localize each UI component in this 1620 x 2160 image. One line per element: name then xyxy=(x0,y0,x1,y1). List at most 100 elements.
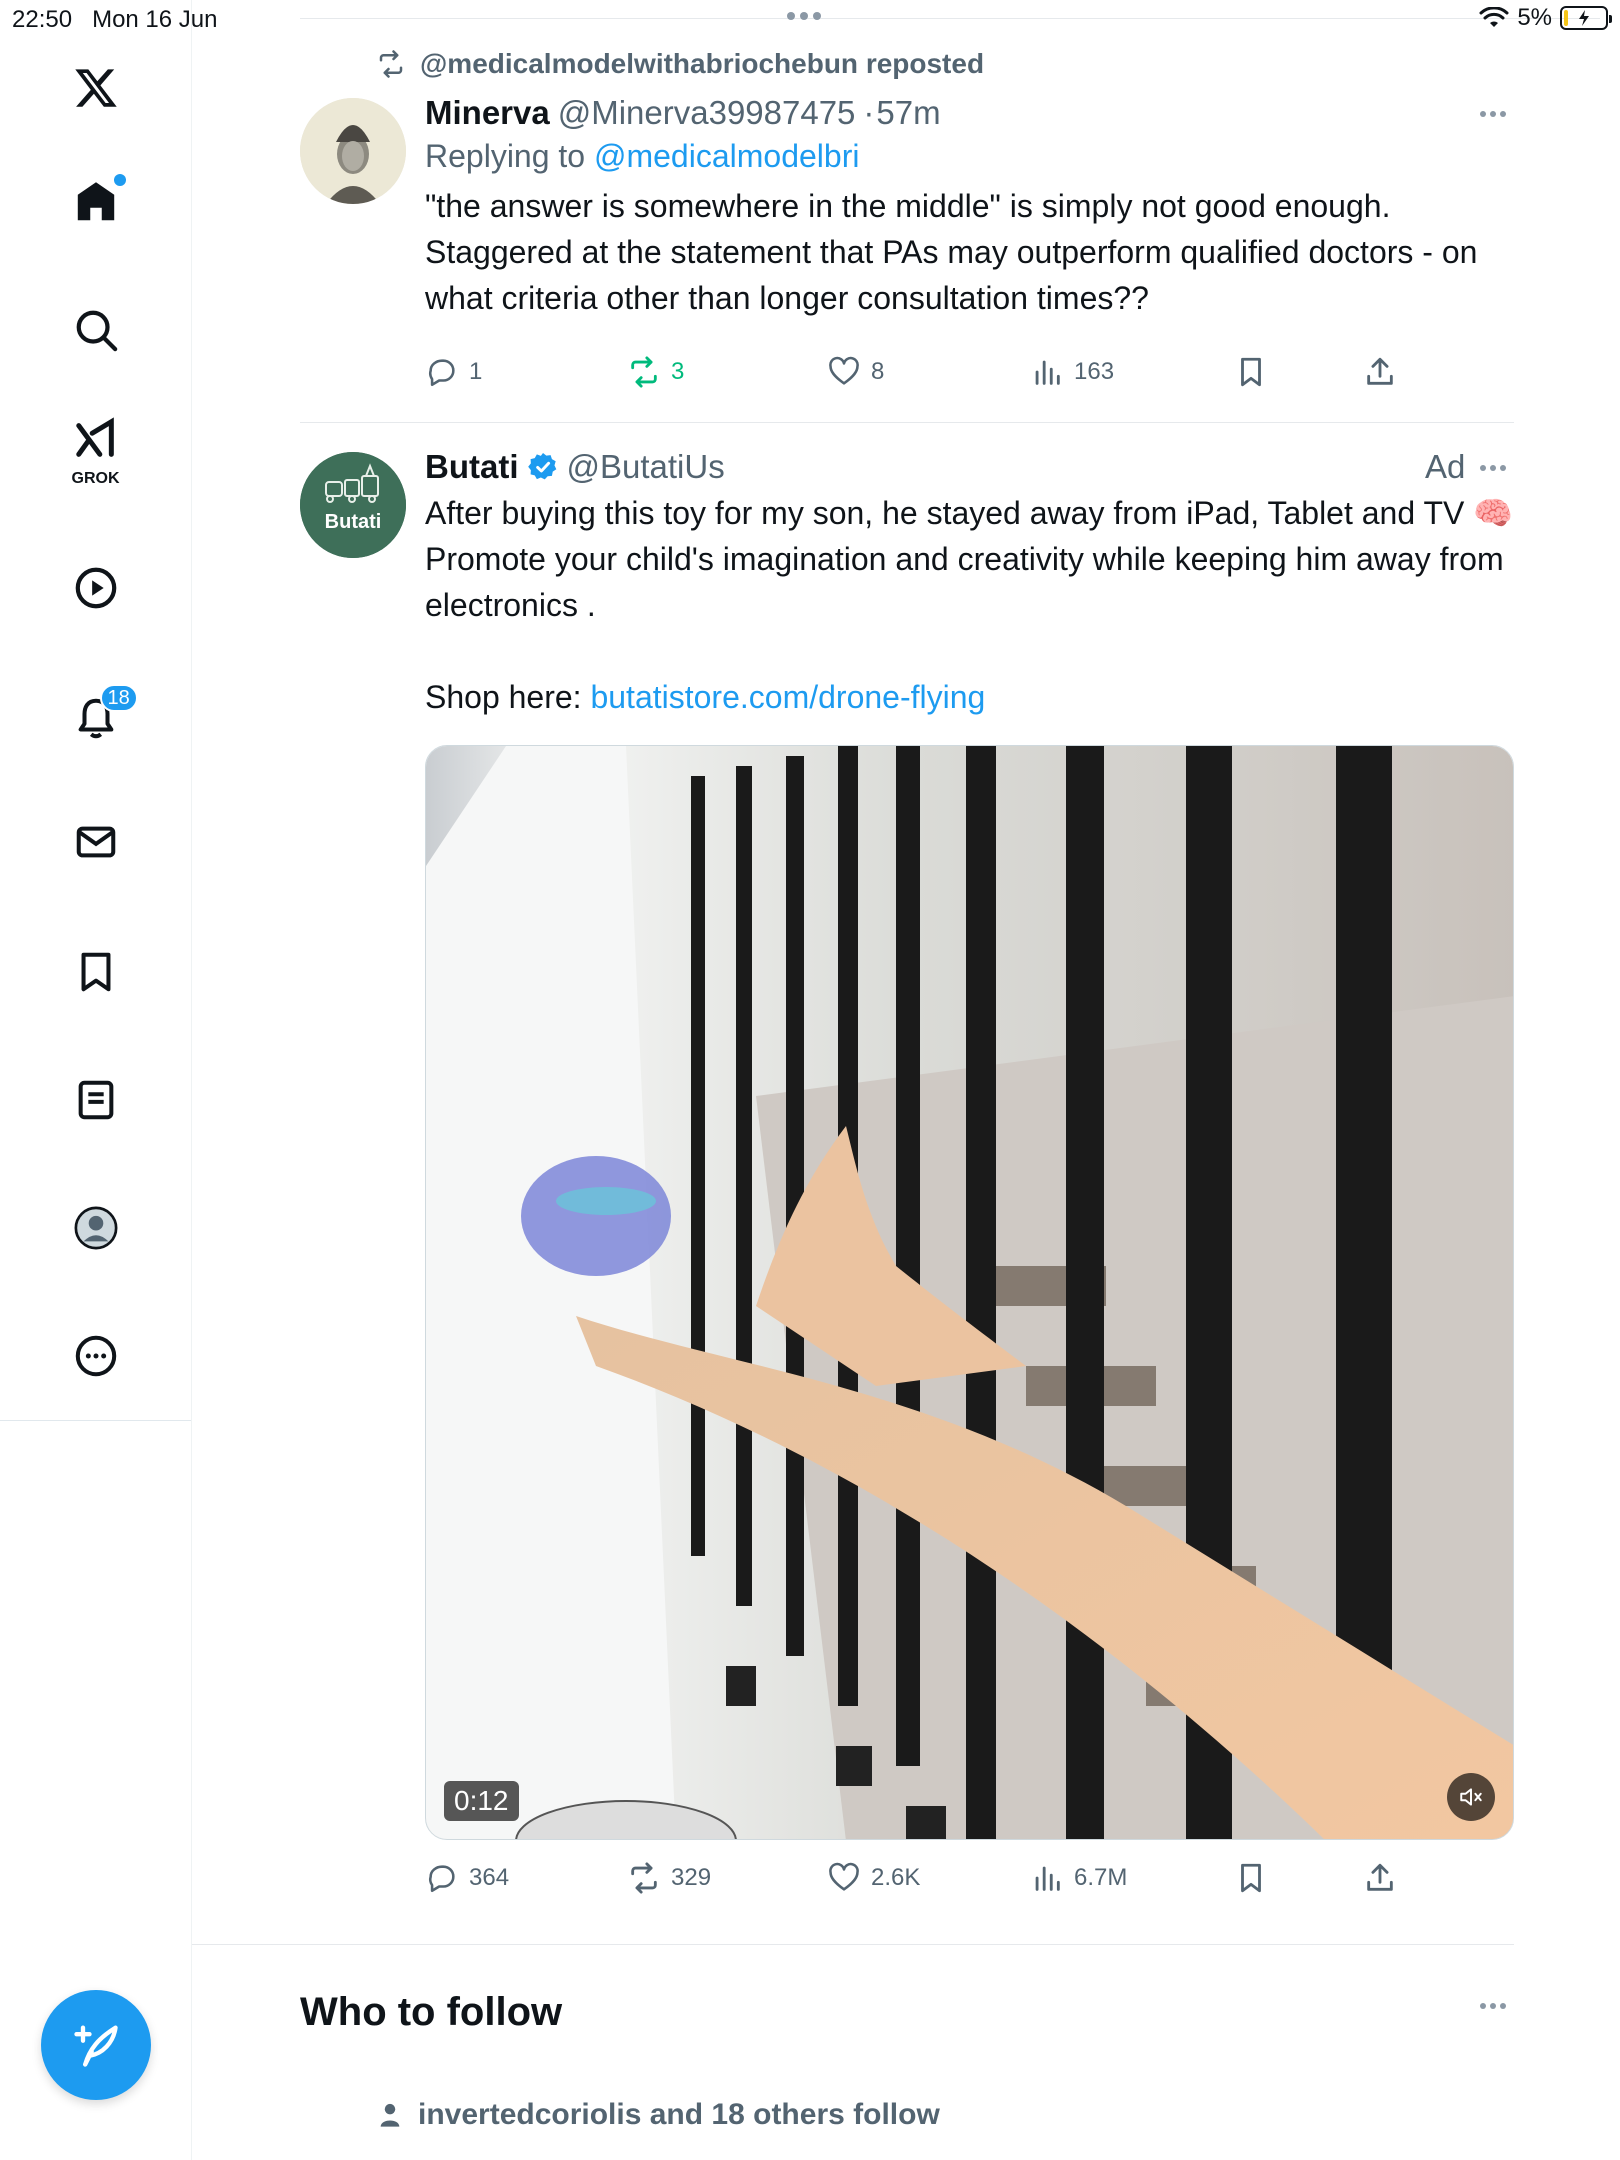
avatar-minerva[interactable] xyxy=(300,98,406,204)
sidebar-item-messages[interactable] xyxy=(56,802,136,882)
author-name[interactable]: Butati xyxy=(425,448,519,486)
bookmark-icon xyxy=(1241,1863,1261,1893)
search-icon xyxy=(76,310,117,352)
bookmark-icon xyxy=(81,952,110,992)
ad-label: Ad xyxy=(1425,448,1466,485)
repost-context[interactable]: @medicalmodelwithabriochebun reposted xyxy=(376,48,984,80)
x-logo-icon[interactable] xyxy=(56,48,136,128)
play-icon xyxy=(75,567,116,609)
share-icon xyxy=(1367,1863,1393,1891)
tweet-actions: 1 3 8 163 xyxy=(425,355,1393,395)
muted-speaker-icon xyxy=(1460,1788,1482,1806)
battery-icon xyxy=(1560,6,1612,30)
battery-percent: 5% xyxy=(1517,4,1552,31)
home-icon xyxy=(77,182,114,221)
repost-icon xyxy=(631,356,657,388)
share-button[interactable] xyxy=(1363,355,1397,389)
video-duration: 0:12 xyxy=(444,1781,519,1821)
tweet-divider xyxy=(300,422,1514,423)
mail-icon xyxy=(76,826,115,858)
views-icon xyxy=(1035,360,1060,385)
views-button[interactable]: 6.7M xyxy=(1030,1861,1127,1895)
home-unread-dot xyxy=(113,174,126,186)
profile-icon xyxy=(74,1206,117,1250)
who-to-follow-more-icon[interactable] xyxy=(1480,2003,1506,2009)
repost-icon xyxy=(379,50,403,78)
bookmark-icon xyxy=(1241,357,1261,387)
reply-button[interactable]: 1 xyxy=(425,355,482,389)
sidebar-item-grok[interactable]: GROK xyxy=(56,410,136,490)
who-to-follow-title: Who to follow xyxy=(300,1990,563,2034)
sidebar-item-explore[interactable] xyxy=(56,290,136,370)
like-button[interactable]: 2.6K xyxy=(827,1861,920,1895)
tweet-more-icon[interactable] xyxy=(1480,111,1506,117)
repost-button[interactable]: 329 xyxy=(627,1861,711,1895)
author-handle[interactable]: @ButatiUs xyxy=(567,448,725,486)
compose-button[interactable] xyxy=(41,1990,151,2100)
repost-icon xyxy=(631,1862,657,1894)
view-count: 163 xyxy=(1074,358,1115,385)
avatar-text: Butati xyxy=(325,511,382,533)
like-count: 8 xyxy=(871,358,885,385)
top-divider xyxy=(300,18,1600,19)
shop-line: Shop here: butatistore.com/drone-flying xyxy=(425,679,986,715)
grok-label: GROK xyxy=(71,470,120,487)
view-count: 6.7M xyxy=(1074,1864,1128,1891)
tweet-text: "the answer is somewhere in the middle" … xyxy=(425,188,1478,316)
tweet-more-icon[interactable] xyxy=(1480,465,1506,471)
tweet-actions-ad: 364 329 2.6K 6.7M xyxy=(425,1861,1393,1901)
sidebar-item-lists[interactable] xyxy=(56,1060,136,1140)
like-count: 2.6K xyxy=(871,1864,921,1891)
tweet-minerva[interactable]: Minerva @Minerva39987475 · 57m Replying … xyxy=(425,94,1514,321)
sidebar-item-more[interactable] xyxy=(56,1316,136,1396)
video-frame xyxy=(426,746,1513,1839)
share-button[interactable] xyxy=(1363,1861,1397,1895)
separator: · xyxy=(863,94,875,131)
repost-button[interactable]: 3 xyxy=(627,355,684,389)
bookmark-button[interactable] xyxy=(1234,355,1268,389)
person-icon xyxy=(380,2103,400,2127)
sidebar-border xyxy=(191,1420,192,2160)
heart-icon xyxy=(829,356,859,385)
verified-badge-icon xyxy=(527,453,556,480)
reply-count: 364 xyxy=(469,1864,510,1891)
tweet-butati-ad[interactable]: Butati @ButatiUs After buying this toy f… xyxy=(425,448,1514,720)
multitask-dots-icon[interactable] xyxy=(787,12,821,20)
like-button[interactable]: 8 xyxy=(827,355,884,389)
shop-link[interactable]: butatistore.com/drone-flying xyxy=(590,679,985,715)
list-icon xyxy=(78,1080,113,1120)
sidebar-item-video[interactable] xyxy=(56,548,136,628)
replying-to: Replying to @medicalmodelbri xyxy=(425,138,860,174)
sidebar-item-home[interactable] xyxy=(56,162,136,242)
reply-icon xyxy=(429,1865,455,1893)
tweet-time[interactable]: 57m xyxy=(876,94,940,132)
compose-feather-icon xyxy=(74,2025,118,2067)
bookmark-button[interactable] xyxy=(1234,1861,1268,1895)
heart-icon xyxy=(829,1862,859,1891)
sidebar: GROK 18 xyxy=(0,0,192,1420)
notification-badge: 18 xyxy=(99,684,138,712)
repost-text: @medicalmodelwithabriochebun reposted xyxy=(420,48,985,79)
sidebar-item-notifications[interactable]: 18 xyxy=(56,678,138,758)
author-name[interactable]: Minerva xyxy=(425,94,550,132)
status-indicators: 5% xyxy=(1479,4,1612,32)
repost-count: 329 xyxy=(671,1864,712,1891)
sidebar-divider xyxy=(0,1420,192,1421)
replying-to-link[interactable]: @medicalmodelbri xyxy=(594,138,859,174)
video-player[interactable]: 0:12 xyxy=(425,745,1514,1840)
grok-icon xyxy=(75,417,114,457)
sidebar-item-bookmarks[interactable] xyxy=(56,932,136,1012)
author-handle[interactable]: @Minerva39987475 xyxy=(558,94,856,132)
repost-count: 3 xyxy=(671,358,685,385)
followed-by-context: invertedcoriolis and 18 others follow xyxy=(376,2098,940,2132)
avatar-butati[interactable]: Butati xyxy=(300,452,406,558)
sidebar-item-profile[interactable] xyxy=(56,1188,136,1268)
mute-button[interactable] xyxy=(1447,1773,1495,1821)
reply-count: 1 xyxy=(469,358,483,385)
share-icon xyxy=(1367,357,1393,385)
reply-button[interactable]: 364 xyxy=(425,1861,509,1895)
views-icon xyxy=(1035,1866,1060,1891)
followed-by-text: invertedcoriolis and 18 others follow xyxy=(418,2098,940,2131)
wifi-icon xyxy=(1479,7,1509,27)
views-button[interactable]: 163 xyxy=(1030,355,1114,389)
